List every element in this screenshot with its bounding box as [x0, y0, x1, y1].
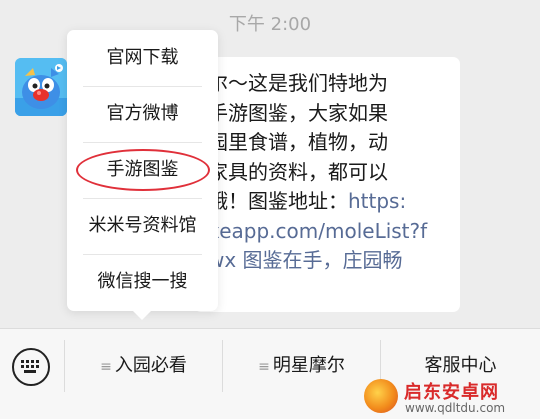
mole-mascot-icon — [15, 58, 67, 116]
menu-item-label: 客服中心 — [424, 355, 497, 376]
submenu-item-game-guide[interactable]: 手游图鉴 — [67, 142, 218, 198]
message-line: wx 图鉴在手，庄园畅 — [208, 246, 446, 276]
message-link[interactable]: https: — [348, 189, 406, 213]
official-account-avatar[interactable] — [15, 58, 67, 116]
submenu-item-mimi-archive[interactable]: 米米号资料馆 — [67, 198, 218, 254]
message-line: 尔～这是我们特地为 — [208, 71, 388, 95]
site-watermark: 启东安卓网 www.qdltdu.com — [360, 375, 540, 419]
highlight-circle — [76, 149, 210, 191]
menu-item-label: 入园必看 — [114, 355, 187, 376]
watermark-url: www.qdltdu.com — [405, 401, 506, 415]
message-text: 哦！图鉴地址： — [208, 189, 348, 213]
message-line: 园里食谱，植物，动 — [208, 130, 388, 154]
keyboard-toggle-button[interactable] — [12, 348, 50, 386]
menu-item-park-guide[interactable]: ≡ 入园必看 — [65, 329, 222, 403]
message-link-line[interactable]: xeapp.com/moleList?f — [208, 217, 446, 247]
keyboard-icon — [21, 360, 39, 373]
message-line: 家具的资料，都可以 — [208, 159, 388, 184]
message-bubble[interactable]: 尔～这是我们特地为 手游图鉴，大家如果 园里食谱，植物，动 家具的资料，都可以 … — [194, 57, 460, 312]
submenu-popup: 官网下载 官方微博 手游图鉴 米米号资料馆 微信搜一搜 — [67, 30, 218, 320]
submenu-item-official-weibo[interactable]: 官方微博 — [67, 86, 218, 142]
message-line: 哦！图鉴地址：https: — [208, 187, 446, 217]
submenu-indicator-icon: ≡ — [100, 359, 112, 375]
submenu-indicator-icon: ≡ — [258, 359, 270, 375]
submenu-item-wechat-search[interactable]: 微信搜一搜 — [67, 254, 218, 310]
submenu-item-official-download[interactable]: 官网下载 — [67, 30, 218, 86]
message-link-end[interactable]: wx 图鉴在手，庄园畅 — [208, 248, 403, 272]
watermark-logo-icon — [364, 379, 398, 413]
message-line: 手游图鉴，大家如果 — [208, 100, 388, 125]
menu-item-label: 明星摩尔 — [272, 355, 345, 376]
menu-item-star-mole[interactable]: ≡ 明星摩尔 — [223, 329, 380, 403]
